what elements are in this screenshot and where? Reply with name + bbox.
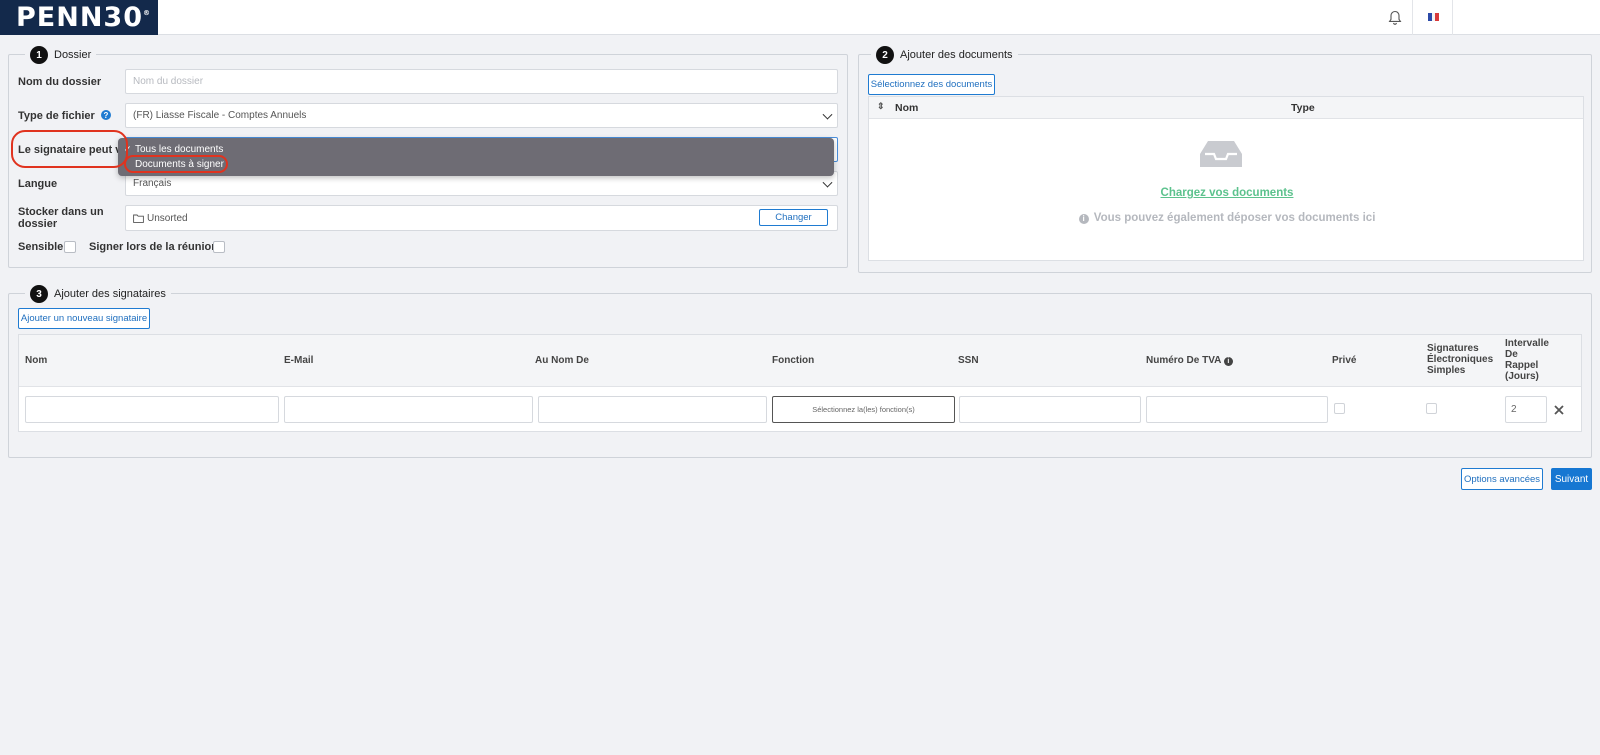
col-interval-line: Intervalle [1505,338,1549,349]
col-tva: Numéro De TVA i [1146,355,1233,366]
add-signer-button[interactable]: Ajouter un nouveau signataire [18,308,150,329]
chevron-down-icon [822,109,833,120]
col-ssn: SSN [958,355,979,366]
sensitive-label: Sensible [18,241,64,253]
col-name-header[interactable]: Nom [895,102,918,114]
folder-name-placeholder: Nom du dossier [133,76,204,87]
col-simple-signatures: Signatures Électroniques Simples [1427,343,1493,376]
signers-table-header: Nom E-Mail Au Nom De Fonction SSN Numéro… [19,335,1581,387]
col-interval-line: De [1505,349,1518,360]
documents-title: Ajouter des documents [900,49,1013,61]
folder-name-input[interactable]: Nom du dossier [125,69,838,94]
sensitive-checkbox[interactable] [64,241,76,253]
signer-on-behalf-input[interactable] [538,396,767,423]
bell-icon[interactable] [1388,10,1402,26]
documents-table-header: ⇕ Nom Type [869,97,1583,119]
step-badge: 3 [30,285,48,303]
col-reminder-interval: Intervalle De Rappel (Jours) [1505,338,1549,382]
info-icon: i [1078,214,1089,224]
signer-function-select[interactable]: Sélectionnez la(les) fonction(s) [772,396,955,423]
language-label: Langue [18,178,58,190]
next-button[interactable]: Suivant [1551,468,1592,490]
signer-email-input[interactable] [284,396,533,423]
step-badge: 1 [30,46,48,64]
file-type-select[interactable]: (FR) Liasse Fiscale - Comptes Annuels [125,103,838,128]
select-documents-button[interactable]: Sélectionnez des documents [868,74,995,95]
col-au-nom-de: Au Nom De [535,355,589,366]
penneo-logo[interactable]: PENN30® [0,0,158,35]
col-fonction: Fonction [772,355,815,366]
remove-signer-icon[interactable] [1554,405,1564,415]
store-folder-field: Unsorted [125,205,838,231]
drop-hint: i Vous pouvez également déposer vos docu… [869,212,1585,224]
logo-text: PENN30 [16,2,143,33]
svg-text:?: ? [103,111,108,120]
upload-documents-link[interactable]: Chargez vos documents [869,187,1585,199]
file-type-label-text: Type de fichier [18,110,95,122]
store-folder-label: Stocker dans un dossier [18,206,104,230]
inbox-icon [1200,141,1242,167]
dossier-legend: 1 Dossier [25,46,97,64]
file-type-value: (FR) Liasse Fiscale - Comptes Annuels [133,110,307,121]
signer-vat-input[interactable] [1146,396,1328,423]
col-interval-line: Rappel [1505,360,1539,371]
col-signatures-line: Électroniques [1427,354,1494,365]
documents-table: ⇕ Nom Type Chargez vos documents i Vous … [868,96,1584,261]
col-prive: Privé [1332,355,1357,366]
language-value: Français [133,178,172,189]
step-badge: 2 [876,46,894,64]
col-email: E-Mail [284,355,314,366]
help-icon[interactable]: ? [100,110,111,120]
signer-reminder-input[interactable]: 2 [1505,396,1547,423]
signers-table: Nom E-Mail Au Nom De Fonction SSN Numéro… [18,334,1582,432]
folder-name-label: Nom du dossier [18,76,102,88]
sort-icon[interactable]: ⇕ [877,101,885,112]
col-nom: Nom [25,355,48,366]
col-tva-text: Numéro De TVA [1146,355,1222,366]
signers-legend: 3 Ajouter des signataires [25,285,171,303]
signer-private-checkbox[interactable] [1334,403,1345,414]
drop-hint-text: Vous pouvez également déposer vos docume… [1093,212,1376,224]
sign-at-meeting-label: Signer lors de la réunion [89,241,218,253]
top-bar: PENN30® [0,0,1600,35]
col-signatures-line: Simples [1427,365,1466,376]
folder-icon [133,214,144,223]
flag-fr-icon[interactable] [1428,13,1440,21]
option-all-documents[interactable]: Tous les documents [135,144,223,155]
sign-at-meeting-checkbox[interactable] [213,241,225,253]
documents-legend: 2 Ajouter des documents [871,46,1018,64]
chevron-down-icon [822,177,833,188]
annotation-circle-label [11,130,128,168]
info-icon[interactable]: i [1223,357,1233,366]
topbar-divider [1452,0,1453,35]
topbar-divider [1412,0,1413,35]
col-type-header[interactable]: Type [1291,102,1315,114]
change-folder-button[interactable]: Changer [759,209,828,226]
col-interval-line: (Jours) [1505,371,1539,382]
signer-ssn-input[interactable] [959,396,1141,423]
advanced-options-button[interactable]: Options avancées [1461,468,1543,490]
annotation-circle-option [124,155,228,173]
signer-name-input[interactable] [25,396,279,423]
logo-mark: ® [143,9,151,17]
dossier-title: Dossier [54,49,92,61]
signer-simple-signature-checkbox[interactable] [1426,403,1437,414]
file-type-label: Type de fichier ? [18,110,111,122]
store-folder-value: Unsorted [147,212,188,224]
col-signatures-line: Signatures [1427,343,1479,354]
signers-title: Ajouter des signataires [54,288,166,300]
